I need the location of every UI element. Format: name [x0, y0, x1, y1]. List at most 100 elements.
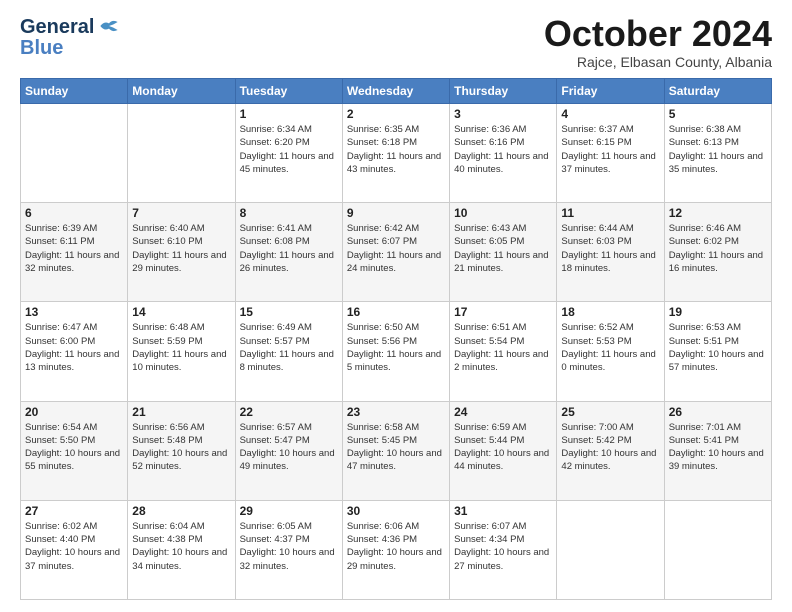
day-number: 27 [25, 504, 123, 518]
day-number: 5 [669, 107, 767, 121]
day-number: 18 [561, 305, 659, 319]
day-number: 16 [347, 305, 445, 319]
calendar-cell: 15 Sunrise: 6:49 AMSunset: 5:57 PMDaylig… [235, 302, 342, 401]
calendar-cell: 13 Sunrise: 6:47 AMSunset: 6:00 PMDaylig… [21, 302, 128, 401]
logo-general: General [20, 16, 94, 38]
col-tuesday: Tuesday [235, 79, 342, 104]
calendar-week-row: 13 Sunrise: 6:47 AMSunset: 6:00 PMDaylig… [21, 302, 772, 401]
day-number: 20 [25, 405, 123, 419]
cell-info: Sunrise: 6:44 AMSunset: 6:03 PMDaylight:… [561, 222, 659, 275]
cell-info: Sunrise: 6:07 AMSunset: 4:34 PMDaylight:… [454, 520, 552, 573]
calendar-week-row: 6 Sunrise: 6:39 AMSunset: 6:11 PMDayligh… [21, 203, 772, 302]
day-number: 6 [25, 206, 123, 220]
cell-info: Sunrise: 6:35 AMSunset: 6:18 PMDaylight:… [347, 123, 445, 176]
day-number: 23 [347, 405, 445, 419]
calendar-cell: 1 Sunrise: 6:34 AMSunset: 6:20 PMDayligh… [235, 104, 342, 203]
cell-info: Sunrise: 6:58 AMSunset: 5:45 PMDaylight:… [347, 421, 445, 474]
cell-info: Sunrise: 6:04 AMSunset: 4:38 PMDaylight:… [132, 520, 230, 573]
cell-info: Sunrise: 6:40 AMSunset: 6:10 PMDaylight:… [132, 222, 230, 275]
cell-info: Sunrise: 6:46 AMSunset: 6:02 PMDaylight:… [669, 222, 767, 275]
calendar-cell: 6 Sunrise: 6:39 AMSunset: 6:11 PMDayligh… [21, 203, 128, 302]
calendar-cell: 28 Sunrise: 6:04 AMSunset: 4:38 PMDaylig… [128, 500, 235, 599]
calendar-cell: 14 Sunrise: 6:48 AMSunset: 5:59 PMDaylig… [128, 302, 235, 401]
day-number: 8 [240, 206, 338, 220]
day-number: 31 [454, 504, 552, 518]
logo-bird-icon [99, 19, 119, 33]
day-number: 28 [132, 504, 230, 518]
calendar-cell [664, 500, 771, 599]
day-number: 10 [454, 206, 552, 220]
calendar-cell: 27 Sunrise: 6:02 AMSunset: 4:40 PMDaylig… [21, 500, 128, 599]
cell-info: Sunrise: 6:05 AMSunset: 4:37 PMDaylight:… [240, 520, 338, 573]
day-number: 12 [669, 206, 767, 220]
cell-info: Sunrise: 6:02 AMSunset: 4:40 PMDaylight:… [25, 520, 123, 573]
day-number: 21 [132, 405, 230, 419]
calendar-week-row: 1 Sunrise: 6:34 AMSunset: 6:20 PMDayligh… [21, 104, 772, 203]
day-number: 3 [454, 107, 552, 121]
calendar-cell: 12 Sunrise: 6:46 AMSunset: 6:02 PMDaylig… [664, 203, 771, 302]
cell-info: Sunrise: 6:52 AMSunset: 5:53 PMDaylight:… [561, 321, 659, 374]
cell-info: Sunrise: 6:53 AMSunset: 5:51 PMDaylight:… [669, 321, 767, 374]
day-number: 4 [561, 107, 659, 121]
day-number: 9 [347, 206, 445, 220]
cell-info: Sunrise: 6:39 AMSunset: 6:11 PMDaylight:… [25, 222, 123, 275]
calendar-cell: 19 Sunrise: 6:53 AMSunset: 5:51 PMDaylig… [664, 302, 771, 401]
cell-info: Sunrise: 6:48 AMSunset: 5:59 PMDaylight:… [132, 321, 230, 374]
cell-info: Sunrise: 6:59 AMSunset: 5:44 PMDaylight:… [454, 421, 552, 474]
calendar-cell: 3 Sunrise: 6:36 AMSunset: 6:16 PMDayligh… [450, 104, 557, 203]
cell-info: Sunrise: 7:01 AMSunset: 5:41 PMDaylight:… [669, 421, 767, 474]
day-number: 30 [347, 504, 445, 518]
month-title: October 2024 [544, 16, 772, 52]
cell-info: Sunrise: 6:47 AMSunset: 6:00 PMDaylight:… [25, 321, 123, 374]
cell-info: Sunrise: 6:51 AMSunset: 5:54 PMDaylight:… [454, 321, 552, 374]
title-section: October 2024 Rajce, Elbasan County, Alba… [544, 16, 772, 70]
calendar-cell: 16 Sunrise: 6:50 AMSunset: 5:56 PMDaylig… [342, 302, 449, 401]
calendar-cell: 8 Sunrise: 6:41 AMSunset: 6:08 PMDayligh… [235, 203, 342, 302]
calendar-cell: 31 Sunrise: 6:07 AMSunset: 4:34 PMDaylig… [450, 500, 557, 599]
calendar-cell: 21 Sunrise: 6:56 AMSunset: 5:48 PMDaylig… [128, 401, 235, 500]
calendar-week-row: 27 Sunrise: 6:02 AMSunset: 4:40 PMDaylig… [21, 500, 772, 599]
cell-info: Sunrise: 6:56 AMSunset: 5:48 PMDaylight:… [132, 421, 230, 474]
col-saturday: Saturday [664, 79, 771, 104]
calendar-cell: 11 Sunrise: 6:44 AMSunset: 6:03 PMDaylig… [557, 203, 664, 302]
cell-info: Sunrise: 6:41 AMSunset: 6:08 PMDaylight:… [240, 222, 338, 275]
col-sunday: Sunday [21, 79, 128, 104]
calendar-cell: 25 Sunrise: 7:00 AMSunset: 5:42 PMDaylig… [557, 401, 664, 500]
calendar-week-row: 20 Sunrise: 6:54 AMSunset: 5:50 PMDaylig… [21, 401, 772, 500]
calendar-cell: 26 Sunrise: 7:01 AMSunset: 5:41 PMDaylig… [664, 401, 771, 500]
calendar-table: Sunday Monday Tuesday Wednesday Thursday… [20, 78, 772, 600]
page: General Blue October 2024 Rajce, Elbasan… [0, 0, 792, 612]
calendar-cell: 17 Sunrise: 6:51 AMSunset: 5:54 PMDaylig… [450, 302, 557, 401]
day-number: 2 [347, 107, 445, 121]
header: General Blue October 2024 Rajce, Elbasan… [20, 16, 772, 70]
calendar-cell: 30 Sunrise: 6:06 AMSunset: 4:36 PMDaylig… [342, 500, 449, 599]
cell-info: Sunrise: 6:50 AMSunset: 5:56 PMDaylight:… [347, 321, 445, 374]
calendar-cell: 9 Sunrise: 6:42 AMSunset: 6:07 PMDayligh… [342, 203, 449, 302]
calendar-cell: 29 Sunrise: 6:05 AMSunset: 4:37 PMDaylig… [235, 500, 342, 599]
col-friday: Friday [557, 79, 664, 104]
day-number: 29 [240, 504, 338, 518]
day-number: 15 [240, 305, 338, 319]
logo: General Blue [20, 16, 119, 60]
col-wednesday: Wednesday [342, 79, 449, 104]
cell-info: Sunrise: 6:42 AMSunset: 6:07 PMDaylight:… [347, 222, 445, 275]
calendar-cell [557, 500, 664, 599]
logo-text: General [20, 16, 119, 39]
day-number: 26 [669, 405, 767, 419]
day-number: 17 [454, 305, 552, 319]
calendar-cell: 2 Sunrise: 6:35 AMSunset: 6:18 PMDayligh… [342, 104, 449, 203]
calendar-cell: 22 Sunrise: 6:57 AMSunset: 5:47 PMDaylig… [235, 401, 342, 500]
cell-info: Sunrise: 6:57 AMSunset: 5:47 PMDaylight:… [240, 421, 338, 474]
day-number: 13 [25, 305, 123, 319]
logo-blue: Blue [20, 37, 63, 60]
subtitle: Rajce, Elbasan County, Albania [544, 54, 772, 70]
calendar-cell: 18 Sunrise: 6:52 AMSunset: 5:53 PMDaylig… [557, 302, 664, 401]
day-number: 11 [561, 206, 659, 220]
calendar-cell: 7 Sunrise: 6:40 AMSunset: 6:10 PMDayligh… [128, 203, 235, 302]
calendar-cell: 20 Sunrise: 6:54 AMSunset: 5:50 PMDaylig… [21, 401, 128, 500]
cell-info: Sunrise: 6:38 AMSunset: 6:13 PMDaylight:… [669, 123, 767, 176]
cell-info: Sunrise: 6:36 AMSunset: 6:16 PMDaylight:… [454, 123, 552, 176]
calendar-cell: 5 Sunrise: 6:38 AMSunset: 6:13 PMDayligh… [664, 104, 771, 203]
calendar-cell: 24 Sunrise: 6:59 AMSunset: 5:44 PMDaylig… [450, 401, 557, 500]
col-thursday: Thursday [450, 79, 557, 104]
